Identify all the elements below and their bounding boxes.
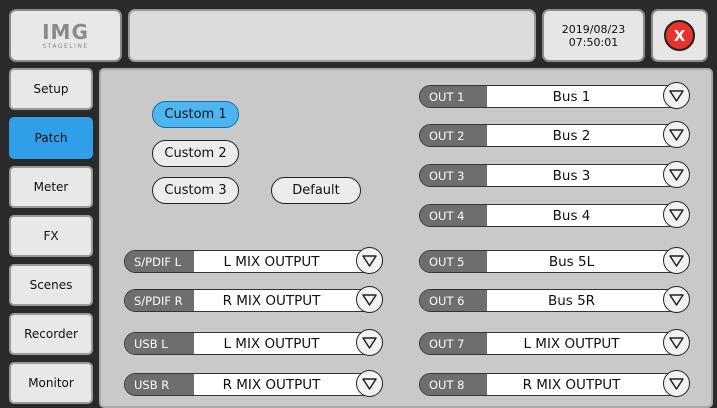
sidebar-item-monitor[interactable]: Monitor <box>9 362 93 404</box>
close-icon: X <box>664 20 695 51</box>
sidebar-item-fx[interactable]: FX <box>9 215 93 257</box>
preset-label: Custom 2 <box>164 146 227 161</box>
triangle-down-icon[interactable] <box>356 329 383 356</box>
sidebar-item-setup[interactable]: Setup <box>9 68 93 110</box>
sidebar-item-label: Recorder <box>24 327 78 341</box>
route-tag: OUT 1 <box>420 86 487 107</box>
sidebar-item-meter[interactable]: Meter <box>9 166 93 208</box>
preset-custom-3-button[interactable]: Custom 3 <box>152 177 239 204</box>
default-button[interactable]: Default <box>271 177 361 204</box>
triangle-down-icon[interactable] <box>663 82 690 109</box>
route-value: L MIX OUTPUT <box>523 335 620 352</box>
route-out-6[interactable]: OUT 6 Bus 5R <box>419 286 690 313</box>
route-tag: OUT 2 <box>420 125 487 146</box>
time-text: 07:50:01 <box>568 35 619 49</box>
preset-custom-1-button[interactable]: Custom 1 <box>152 101 239 128</box>
route-tag: OUT 6 <box>420 290 487 311</box>
sidebar-item-label: Patch <box>34 131 68 145</box>
preset-label: Custom 1 <box>164 107 227 122</box>
app-frame: IMG STAGELINE 2019/08/23 07:50:01 X Setu… <box>0 0 717 408</box>
triangle-down-icon[interactable] <box>663 247 690 274</box>
route-tag: S/PDIF R <box>125 290 194 311</box>
route-out-5[interactable]: OUT 5 Bus 5L <box>419 247 690 274</box>
route-usb-l[interactable]: USB L L MIX OUTPUT <box>124 329 383 356</box>
route-tag: USB L <box>125 333 194 354</box>
route-tag: OUT 8 <box>420 374 487 395</box>
datetime-display: 2019/08/23 07:50:01 <box>542 9 645 62</box>
route-usb-r[interactable]: USB R R MIX OUTPUT <box>124 370 383 397</box>
sidebar-item-label: Meter <box>33 180 69 194</box>
triangle-down-icon[interactable] <box>663 370 690 397</box>
route-tag: USB R <box>125 374 194 395</box>
route-value: R MIX OUTPUT <box>222 376 321 393</box>
triangle-down-icon[interactable] <box>356 247 383 274</box>
route-value: R MIX OUTPUT <box>522 376 621 393</box>
route-value: Bus 3 <box>552 167 591 184</box>
route-value: Bus 2 <box>552 127 591 144</box>
triangle-down-icon[interactable] <box>356 370 383 397</box>
triangle-down-icon[interactable] <box>356 286 383 313</box>
close-button[interactable]: X <box>651 9 708 62</box>
sidebar-item-patch[interactable]: Patch <box>9 117 93 159</box>
triangle-down-icon[interactable] <box>663 286 690 313</box>
patch-panel: Custom 1 Custom 2 Custom 3 Default S/PDI… <box>99 68 713 408</box>
route-value: L MIX OUTPUT <box>223 253 320 270</box>
route-tag: OUT 3 <box>420 165 487 186</box>
sidebar-item-recorder[interactable]: Recorder <box>9 313 93 355</box>
route-value: Bus 5L <box>548 253 595 270</box>
img-stageline-logo: IMG STAGELINE <box>9 9 122 62</box>
route-out-4[interactable]: OUT 4 Bus 4 <box>419 201 690 228</box>
route-tag: S/PDIF L <box>125 251 194 272</box>
sidebar-item-label: Monitor <box>28 376 74 390</box>
route-spdif-r[interactable]: S/PDIF R R MIX OUTPUT <box>124 286 383 313</box>
sidebar-item-label: Setup <box>33 82 69 96</box>
preset-custom-2-button[interactable]: Custom 2 <box>152 140 239 167</box>
date-text: 2019/08/23 <box>561 22 626 36</box>
route-out-7[interactable]: OUT 7 L MIX OUTPUT <box>419 329 690 356</box>
route-out-3[interactable]: OUT 3 Bus 3 <box>419 161 690 188</box>
triangle-down-icon[interactable] <box>663 161 690 188</box>
logo-sub-text: STAGELINE <box>42 42 89 50</box>
route-value: R MIX OUTPUT <box>222 292 321 309</box>
route-value: Bus 4 <box>552 207 591 224</box>
logo-main-text: IMG <box>42 19 89 44</box>
sidebar-item-label: Scenes <box>29 278 73 292</box>
route-value: L MIX OUTPUT <box>223 335 320 352</box>
route-tag: OUT 4 <box>420 205 487 226</box>
route-spdif-l[interactable]: S/PDIF L L MIX OUTPUT <box>124 247 383 274</box>
route-out-1[interactable]: OUT 1 Bus 1 <box>419 82 690 109</box>
route-out-8[interactable]: OUT 8 R MIX OUTPUT <box>419 370 690 397</box>
triangle-down-icon[interactable] <box>663 121 690 148</box>
default-label: Default <box>292 183 340 198</box>
triangle-down-icon[interactable] <box>663 201 690 228</box>
route-tag: OUT 7 <box>420 333 487 354</box>
route-out-2[interactable]: OUT 2 Bus 2 <box>419 121 690 148</box>
route-tag: OUT 5 <box>420 251 487 272</box>
sidebar-item-label: FX <box>43 229 59 243</box>
sidebar-item-scenes[interactable]: Scenes <box>9 264 93 306</box>
title-bar <box>128 9 536 62</box>
triangle-down-icon[interactable] <box>663 329 690 356</box>
route-value: Bus 5R <box>547 292 596 309</box>
route-value: Bus 1 <box>552 88 591 105</box>
preset-label: Custom 3 <box>164 183 227 198</box>
